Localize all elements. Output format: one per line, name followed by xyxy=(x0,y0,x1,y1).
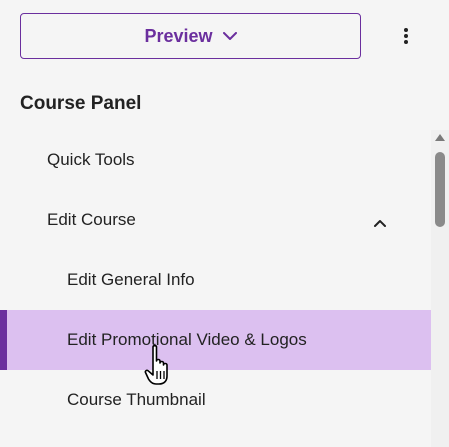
nav-item-label: Edit Promotional Video & Logos xyxy=(67,330,307,349)
nav-item-edit-promotional-video[interactable]: Edit Promotional Video & Logos xyxy=(0,310,431,370)
nav-item-label: Quick Tools xyxy=(47,150,135,169)
vertical-dots-icon xyxy=(403,27,409,50)
scroll-up-arrow-icon[interactable] xyxy=(435,134,445,141)
nav-item-course-thumbnail[interactable]: Course Thumbnail xyxy=(0,370,431,430)
more-options-button[interactable] xyxy=(394,26,418,50)
nav-item-edit-course[interactable]: Edit Course xyxy=(0,190,431,250)
scrollbar[interactable] xyxy=(431,130,449,447)
active-indicator xyxy=(0,310,7,370)
chevron-down-icon xyxy=(222,31,237,41)
preview-button[interactable]: Preview xyxy=(20,13,361,59)
nav-item-label: Edit General Info xyxy=(67,270,195,289)
nav-item-quick-tools[interactable]: Quick Tools xyxy=(0,130,431,190)
panel-title: Course Panel xyxy=(20,93,142,114)
preview-label: Preview xyxy=(144,25,213,46)
nav-item-label: Course Thumbnail xyxy=(67,390,206,409)
nav-item-edit-general-info[interactable]: Edit General Info xyxy=(0,250,431,310)
nav-item-label: Edit Course xyxy=(47,210,136,229)
scroll-thumb[interactable] xyxy=(435,152,445,227)
chevron-up-icon[interactable] xyxy=(372,214,388,227)
